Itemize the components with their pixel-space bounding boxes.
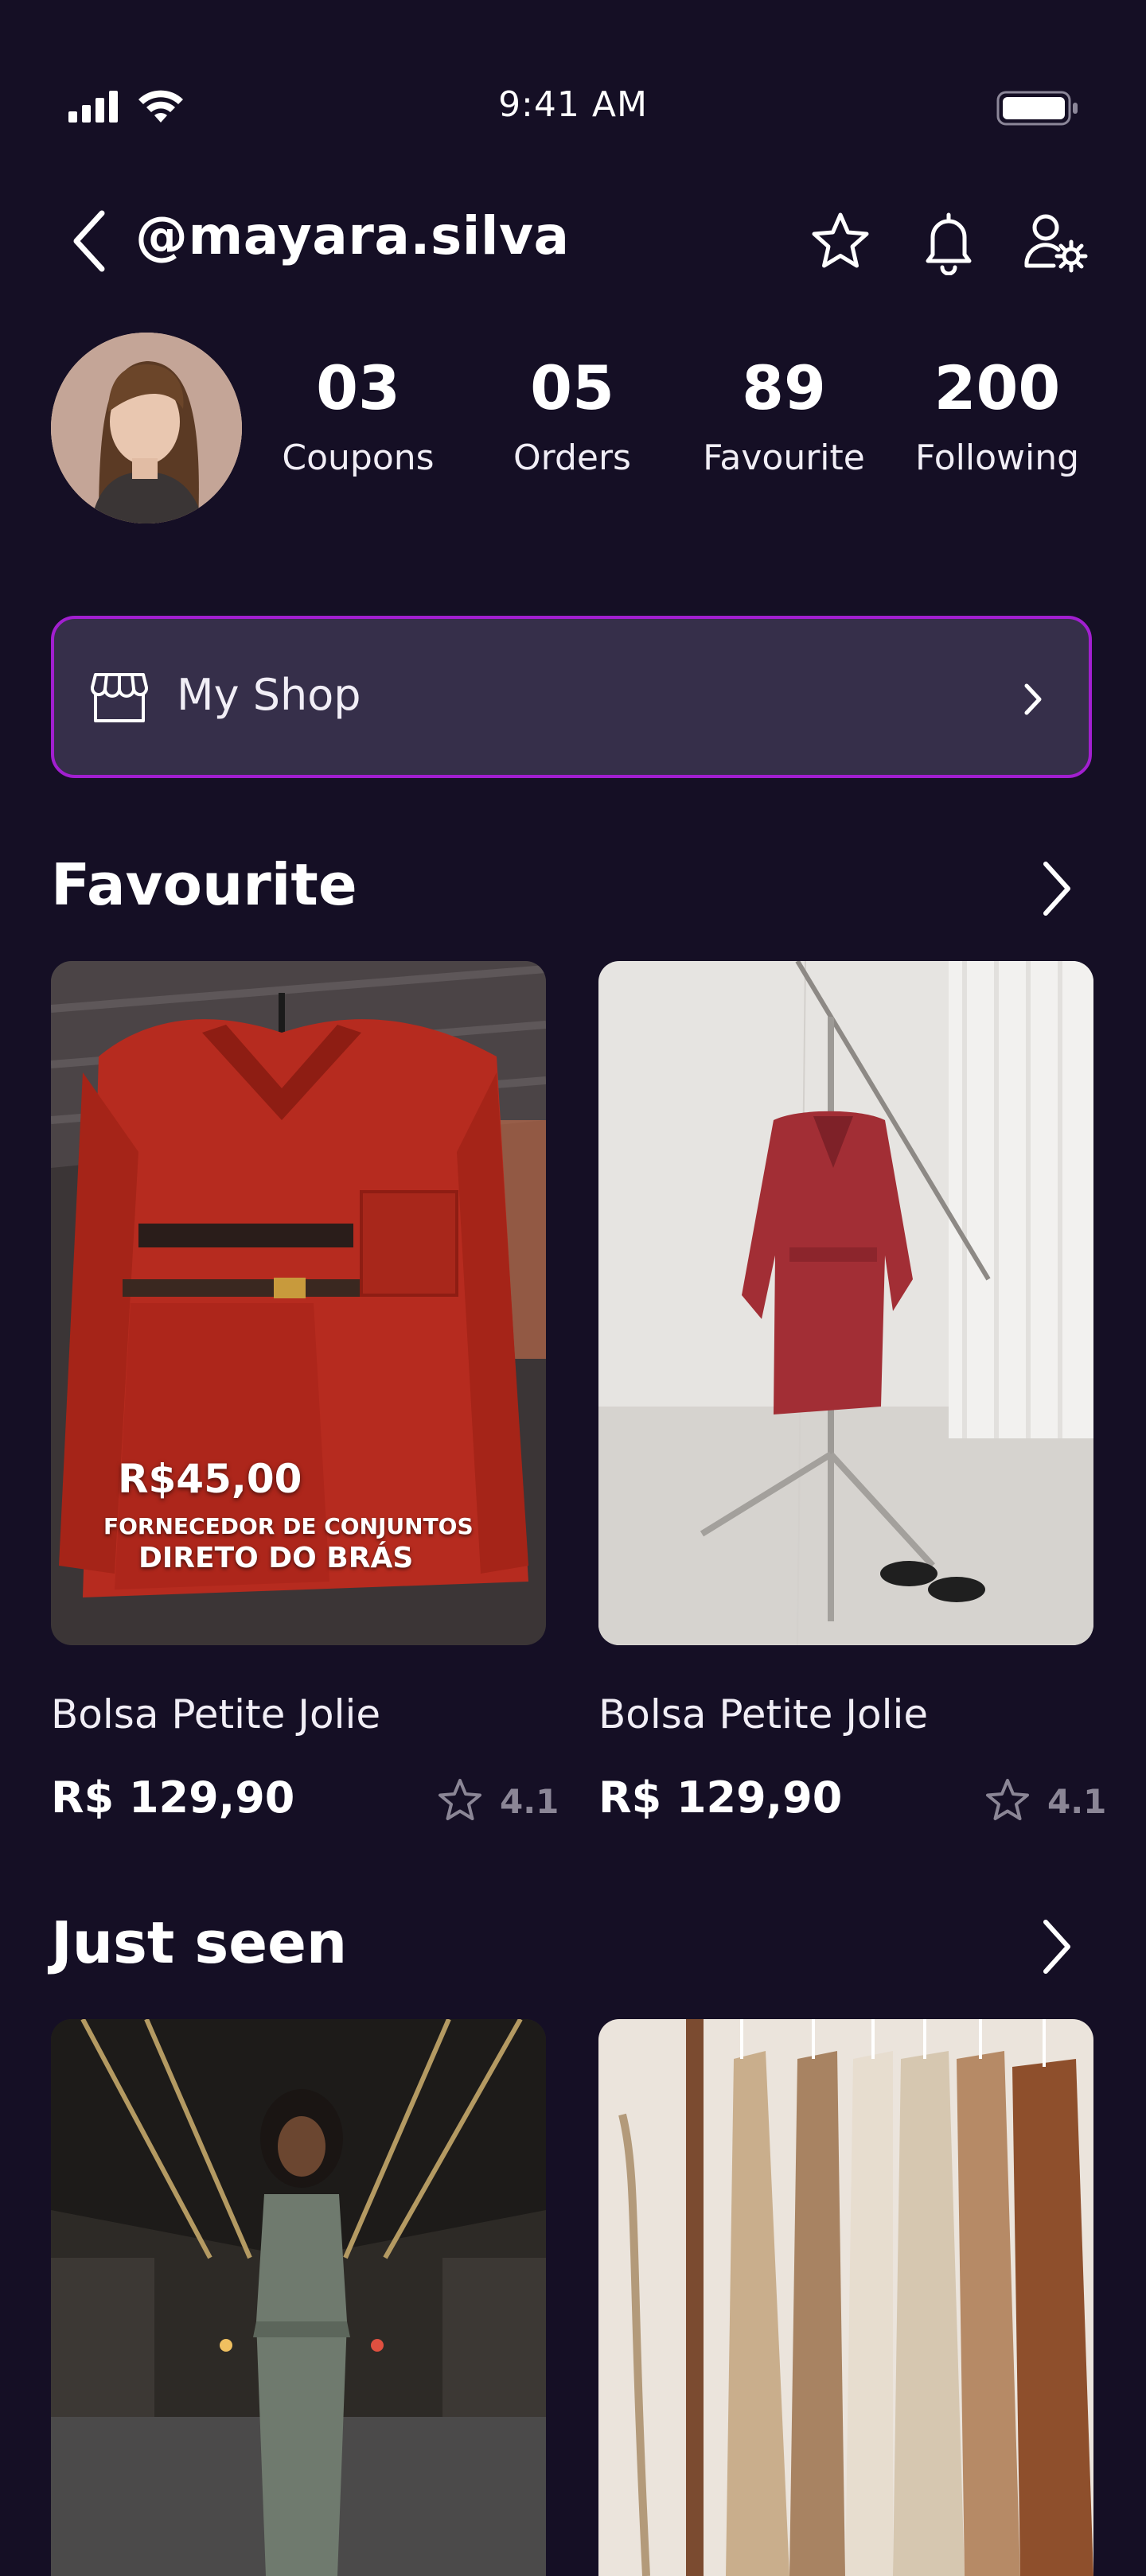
- red-dress-on-stand-image: [598, 961, 1093, 1645]
- storefront-icon: [91, 673, 148, 722]
- stat-following[interactable]: 200 Following: [898, 352, 1097, 479]
- star-icon[interactable]: [807, 208, 874, 275]
- product-rating: 4.1: [436, 1774, 563, 1830]
- image-overlay-text-line1: FORNECEDOR DE CONJUNTOS: [103, 1513, 474, 1539]
- image-overlay-price: R$45,00: [118, 1456, 302, 1502]
- product-image[interactable]: [598, 2019, 1093, 2576]
- product-name: Bolsa Petite Jolie: [598, 1691, 929, 1737]
- favourite-section-title: Favourite: [51, 851, 357, 918]
- chevron-right-icon: [1024, 683, 1042, 715]
- stat-value: 05: [530, 352, 614, 423]
- stat-coupons[interactable]: 03 Coupons: [259, 352, 458, 479]
- profile-username: @mayara.silva: [135, 205, 570, 267]
- product-price: R$ 129,90: [598, 1772, 843, 1823]
- stat-value: 200: [934, 352, 1061, 423]
- just-seen-section-title: Just seen: [51, 1909, 348, 1976]
- avatar-image: [51, 333, 242, 523]
- my-shop-label: My Shop: [177, 670, 361, 720]
- product-image[interactable]: R$45,00 FORNECEDOR DE CONJUNTOS DIRETO D…: [51, 961, 546, 1645]
- favourite-see-all-chevron-icon[interactable]: [1039, 858, 1074, 920]
- stat-label: Following: [914, 438, 1080, 478]
- stat-label: Favourite: [703, 438, 865, 478]
- rating-star-icon: [439, 1779, 481, 1820]
- rating-value: 4.1: [500, 1782, 559, 1821]
- product-image[interactable]: [51, 2019, 546, 2576]
- clothes-rack-image: [598, 2019, 1093, 2576]
- my-shop-button[interactable]: My Shop: [51, 616, 1092, 778]
- product-rating: 4.1: [984, 1774, 1111, 1830]
- stat-value: 89: [742, 352, 826, 423]
- status-bar: 9:41 AM: [0, 0, 1146, 215]
- woman-jumpsuit-image: [51, 2019, 546, 2576]
- stat-label: Coupons: [282, 438, 435, 478]
- product-name: Bolsa Petite Jolie: [51, 1691, 381, 1737]
- battery-icon: [996, 91, 1078, 126]
- user-settings-icon[interactable]: [1022, 208, 1089, 275]
- rating-value: 4.1: [1047, 1782, 1107, 1821]
- image-overlay-text-line2: DIRETO DO BRÁS: [138, 1542, 414, 1574]
- status-time: 9:41 AM: [498, 84, 648, 125]
- product-price: R$ 129,90: [51, 1772, 295, 1823]
- stat-value: 03: [316, 352, 400, 423]
- back-chevron-icon[interactable]: [68, 208, 110, 274]
- bell-icon[interactable]: [915, 208, 982, 275]
- profile-avatar[interactable]: [51, 333, 242, 523]
- stat-favourite[interactable]: 89 Favourite: [684, 352, 883, 479]
- stat-label: Orders: [513, 438, 631, 478]
- just-seen-see-all-chevron-icon[interactable]: [1039, 1916, 1074, 1978]
- product-image[interactable]: [598, 961, 1093, 1645]
- stat-orders[interactable]: 05 Orders: [473, 352, 672, 479]
- rating-star-icon: [986, 1779, 1029, 1820]
